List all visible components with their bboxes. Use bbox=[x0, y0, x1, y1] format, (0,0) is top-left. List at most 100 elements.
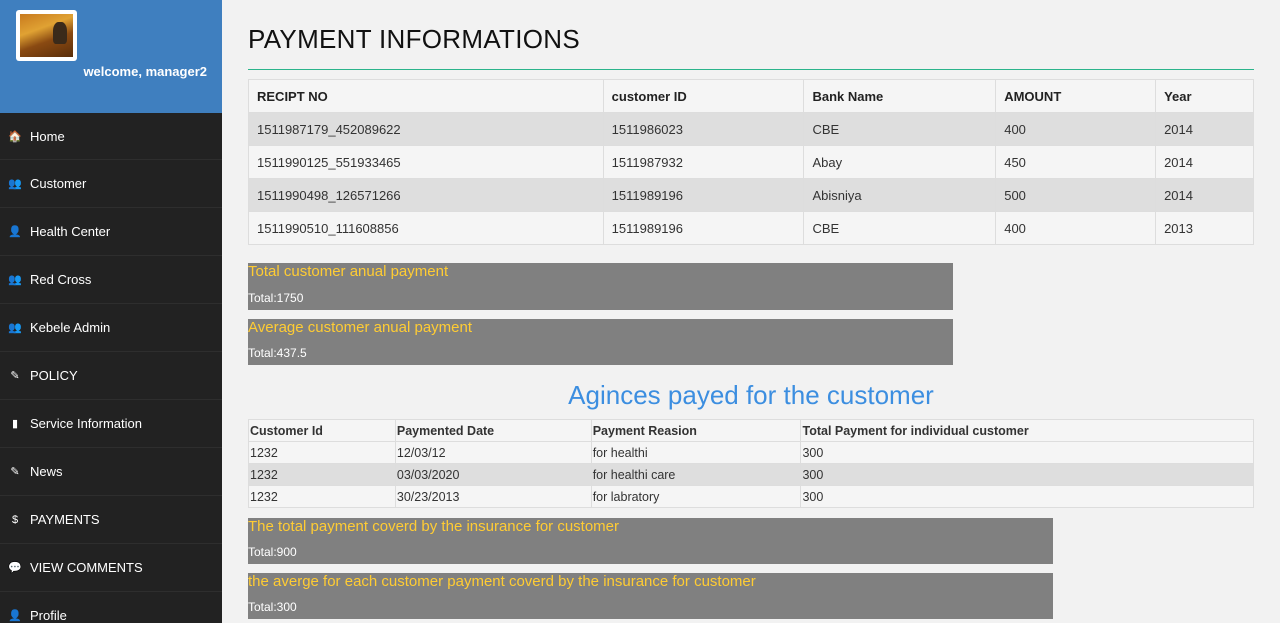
table-cell: for healthi care bbox=[590, 463, 802, 486]
table-cell: 1232 bbox=[248, 485, 396, 508]
page-title: PAYMENT INFORMATIONS bbox=[248, 24, 580, 54]
column-header: Paymented Date bbox=[394, 419, 592, 442]
table-cell: 1232 bbox=[248, 441, 396, 464]
users-icon: 👥 bbox=[8, 178, 22, 190]
edit-icon: ✎ bbox=[10, 370, 20, 382]
sidebar-item-home[interactable]: 🏠 Home bbox=[0, 113, 222, 160]
sidebar-item-label: Kebele Admin bbox=[30, 320, 111, 335]
sidebar-item-service-information[interactable]: ▮ Service Information bbox=[0, 400, 222, 448]
table-row: 1511990498_126571266 1511989196 Abisniya… bbox=[248, 178, 1254, 212]
sidebar-item-payments[interactable]: $ PAYMENTS bbox=[0, 496, 222, 544]
table-row: 1511990125_551933465 1511987932 Abay 450… bbox=[248, 145, 1254, 179]
table-cell: for labratory bbox=[590, 485, 802, 508]
sidebar-item-policy[interactable]: ✎ POLICY bbox=[0, 352, 222, 400]
table-cell: 2014 bbox=[1155, 145, 1254, 179]
sidebar-item-label: Profile bbox=[30, 608, 67, 623]
users-icon: 👥 bbox=[8, 322, 22, 334]
table-cell: 300 bbox=[800, 485, 1254, 508]
edit-icon: ✎ bbox=[10, 466, 20, 478]
payments-table: RECIPT NO customer ID Bank Name AMOUNT Y… bbox=[248, 79, 1254, 245]
table-cell: 12/03/12 bbox=[394, 441, 592, 464]
profile-block: welcome, manager2 bbox=[0, 0, 222, 113]
agencies-heading: Aginces payed for the customer bbox=[568, 380, 934, 410]
sidebar-item-label: VIEW COMMENTS bbox=[30, 560, 143, 575]
table-header-row: RECIPT NO customer ID Bank Name AMOUNT Y… bbox=[248, 79, 1254, 113]
column-header: AMOUNT bbox=[995, 79, 1157, 113]
table-cell: Abay bbox=[803, 145, 997, 179]
column-header: Payment Reasion bbox=[590, 419, 802, 442]
column-header: RECIPT NO bbox=[248, 79, 604, 113]
table-row: 1511990510_111608856 1511989196 CBE 400 … bbox=[248, 211, 1254, 245]
table-cell: for healthi bbox=[590, 441, 802, 464]
table-cell: Abisniya bbox=[803, 178, 997, 212]
table-cell: 300 bbox=[800, 441, 1254, 464]
table-cell: 300 bbox=[800, 463, 1254, 486]
sidebar-item-label: Home bbox=[30, 128, 65, 144]
sidebar-item-label: Service Information bbox=[30, 416, 142, 431]
table-cell: 30/23/2013 bbox=[394, 485, 592, 508]
table-cell: 1232 bbox=[248, 463, 396, 486]
sidebar-item-label: Health Center bbox=[30, 224, 111, 239]
table-cell: 1511987932 bbox=[602, 145, 805, 179]
insurance-total-value: Total:900 bbox=[248, 545, 297, 559]
table-cell: 2013 bbox=[1155, 211, 1254, 245]
user-icon: 👤 bbox=[8, 610, 22, 622]
table-cell: 1511986023 bbox=[602, 112, 805, 146]
column-header: Customer Id bbox=[248, 419, 396, 442]
table-row: 1232 12/03/12 for healthi 300 bbox=[248, 441, 1254, 464]
table-cell: 2014 bbox=[1155, 178, 1254, 212]
column-header: Total Payment for individual customer bbox=[800, 419, 1254, 442]
avatar[interactable] bbox=[16, 10, 77, 61]
table-cell: 1511989196 bbox=[602, 211, 805, 245]
avatar-image bbox=[20, 14, 73, 57]
column-header: Year bbox=[1155, 79, 1254, 113]
table-cell: 450 bbox=[995, 145, 1157, 179]
sidebar-item-label: PAYMENTS bbox=[30, 512, 100, 527]
insurance-average-box: the averge for each customer payment cov… bbox=[248, 573, 1053, 619]
sidebar-item-label: Red Cross bbox=[30, 272, 92, 287]
total-payment-value: Total:1750 bbox=[248, 291, 304, 305]
dollar-icon: $ bbox=[11, 513, 19, 526]
comment-icon: 💬 bbox=[8, 562, 22, 574]
sidebar-item-label: Customer bbox=[30, 176, 87, 191]
agency-payments-table: Customer Id Paymented Date Payment Reasi… bbox=[248, 419, 1254, 508]
average-payment-value: Total:437.5 bbox=[248, 346, 307, 360]
table-row: 1232 30/23/2013 for labratory 300 bbox=[248, 485, 1254, 508]
title-divider bbox=[248, 69, 1254, 70]
sidebar-item-profile[interactable]: 👤 Profile bbox=[0, 592, 222, 623]
column-header: customer ID bbox=[602, 79, 805, 113]
sidebar-item-customer[interactable]: 👥 Customer bbox=[0, 160, 222, 208]
sidebar-item-label: POLICY bbox=[30, 368, 78, 383]
sidebar: welcome, manager2 🏠 Home 👥 Customer 👤 He… bbox=[0, 0, 222, 623]
table-row: 1232 03/03/2020 for healthi care 300 bbox=[248, 463, 1254, 486]
table-cell: 400 bbox=[995, 112, 1157, 146]
table-cell: 1511990125_551933465 bbox=[248, 145, 604, 179]
table-cell: 1511989196 bbox=[602, 178, 805, 212]
table-row: 1511987179_452089622 1511986023 CBE 400 … bbox=[248, 112, 1254, 146]
sidebar-item-kebele-admin[interactable]: 👥 Kebele Admin bbox=[0, 304, 222, 352]
average-payment-box: Average customer anual payment Total:437… bbox=[248, 319, 953, 365]
home-icon: 🏠 bbox=[8, 130, 22, 143]
user-icon: 👤 bbox=[8, 226, 22, 238]
sidebar-item-label: News bbox=[30, 464, 63, 479]
total-payment-heading: Total customer anual payment bbox=[248, 263, 449, 280]
insurance-total-box: The total payment coverd by the insuranc… bbox=[248, 518, 1053, 564]
sidebar-item-red-cross[interactable]: 👥 Red Cross bbox=[0, 256, 222, 304]
table-cell: 400 bbox=[995, 211, 1157, 245]
table-cell: 03/03/2020 bbox=[394, 463, 592, 486]
insurance-average-value: Total:300 bbox=[248, 600, 297, 614]
sidebar-item-health-center[interactable]: 👤 Health Center bbox=[0, 208, 222, 256]
sidebar-item-news[interactable]: ✎ News bbox=[0, 448, 222, 496]
average-payment-heading: Average customer anual payment bbox=[248, 319, 473, 336]
table-cell: 1511990498_126571266 bbox=[248, 178, 604, 212]
table-cell: 500 bbox=[995, 178, 1157, 212]
table-cell: 1511987179_452089622 bbox=[248, 112, 604, 146]
table-cell: CBE bbox=[803, 112, 997, 146]
table-cell: 1511990510_111608856 bbox=[248, 211, 604, 245]
column-header: Bank Name bbox=[803, 79, 997, 113]
sidebar-nav: 🏠 Home 👥 Customer 👤 Health Center 👥 Red … bbox=[0, 113, 222, 623]
sidebar-item-view-comments[interactable]: 💬 VIEW COMMENTS bbox=[0, 544, 222, 592]
insurance-total-heading: The total payment coverd by the insuranc… bbox=[248, 518, 620, 535]
table-cell: 2014 bbox=[1155, 112, 1254, 146]
welcome-text: welcome, manager2 bbox=[83, 64, 207, 79]
